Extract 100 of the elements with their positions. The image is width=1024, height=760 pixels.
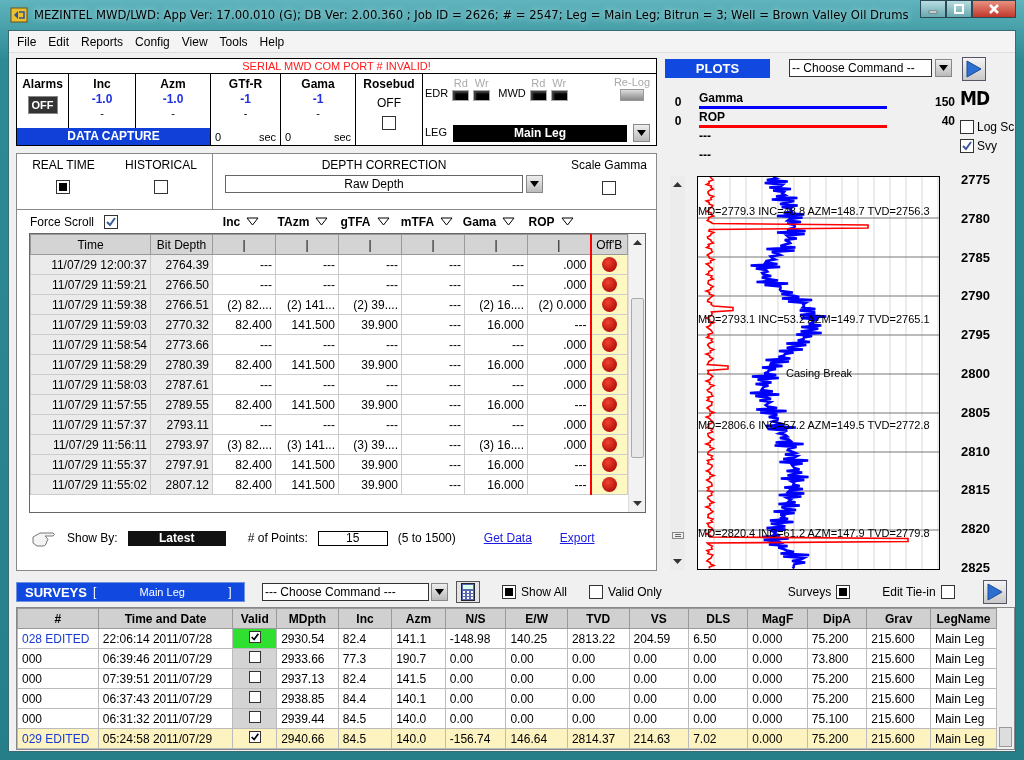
column-header[interactable]: E/W	[505, 608, 568, 629]
survey-row[interactable]: 000 07:39:51 2011/07/29 2937.13 82.4 141.5 0.00 0.00 0.00 0.00 0.00 0.000 75.200 215.600 Main Leg	[17, 668, 997, 689]
depth-label: 2820	[961, 522, 991, 537]
link[interactable]: Get Data	[483, 531, 532, 545]
table-cell: ---	[464, 274, 528, 295]
calculator-button[interactable]	[456, 581, 480, 603]
option-checkbox[interactable]	[589, 585, 604, 599]
dropdown-button[interactable]	[935, 59, 952, 77]
table-cell: 0.00	[688, 668, 748, 689]
table-cell: 11/07/29 12:00:37	[30, 254, 151, 275]
table-cell: 0.000	[747, 628, 808, 649]
column-header[interactable]: Time	[30, 234, 151, 255]
column-header[interactable]: DLS	[688, 608, 748, 629]
valid-checkbox[interactable]	[248, 731, 261, 743]
column-header[interactable]: |	[401, 234, 465, 255]
rosebud-checkbox[interactable]	[382, 116, 396, 130]
close-button[interactable]	[972, 0, 1016, 18]
relog-button[interactable]	[619, 89, 644, 101]
show-by-select[interactable]: Latest	[127, 530, 226, 546]
menu-item[interactable]: Edit	[42, 34, 76, 49]
leg-select[interactable]: Main Leg	[453, 124, 627, 142]
valid-checkbox[interactable]	[248, 711, 261, 723]
column-header[interactable]: VS	[629, 608, 689, 629]
points-field[interactable]: 15	[317, 530, 388, 546]
menu-item[interactable]: Reports	[75, 34, 130, 49]
play-button[interactable]	[962, 57, 986, 81]
column-header[interactable]: MDpth	[276, 608, 339, 629]
table-cell: 73.800	[807, 648, 867, 669]
column-header[interactable]: TVD	[567, 608, 630, 629]
command-select[interactable]: --- Choose Command ---	[262, 583, 429, 601]
readout-label: GTf-R	[228, 77, 263, 91]
valid-checkbox[interactable]	[248, 651, 261, 663]
column-header[interactable]: MagF	[747, 608, 808, 629]
scroll-bar[interactable]	[997, 608, 1014, 749]
mode-checkbox[interactable]	[153, 180, 168, 194]
column-header[interactable]: N/S	[445, 608, 506, 629]
option-checkbox[interactable]	[940, 585, 955, 599]
dropdown-button[interactable]	[526, 175, 543, 193]
column-header[interactable]: Azm	[391, 608, 446, 629]
column-header[interactable]: |	[212, 234, 276, 255]
curve-name: Gamma	[699, 91, 745, 105]
relog-label: Re-Log	[613, 76, 650, 88]
check-icon	[249, 631, 260, 643]
scale-gamma-checkbox[interactable]	[602, 181, 616, 195]
maximize-button[interactable]	[946, 0, 972, 18]
column-header[interactable]: Off'B	[590, 234, 628, 255]
column-header[interactable]: #	[17, 608, 99, 629]
menu-item[interactable]: Help	[253, 34, 291, 49]
scroll-bar[interactable]	[670, 176, 685, 570]
depth-correction-select[interactable]: Raw Depth	[225, 175, 523, 193]
option-checkbox[interactable]	[836, 585, 851, 599]
column-header[interactable]: DipA	[807, 608, 867, 629]
play-button[interactable]	[983, 580, 1007, 604]
table-cell: 0.00	[445, 668, 506, 689]
column-header[interactable]: Valid	[232, 608, 277, 629]
column-selector[interactable]: ROP	[520, 214, 582, 229]
menu-item[interactable]: View	[175, 34, 214, 49]
data-capture-title: DATA CAPTURE	[17, 128, 211, 145]
valid-checkbox[interactable]	[248, 631, 261, 643]
column-selector[interactable]: mTFA	[396, 214, 458, 229]
menu-item[interactable]: File	[11, 34, 43, 49]
column-header[interactable]: Grav	[866, 608, 931, 629]
scroll-bar[interactable]	[628, 234, 645, 512]
column-selector[interactable]: Gama	[458, 214, 520, 229]
table-cell: 75.200	[807, 668, 867, 689]
caret-icon	[637, 130, 646, 136]
column-selector[interactable]: gTFA	[334, 214, 396, 229]
survey-checkbox[interactable]	[960, 139, 974, 153]
log-scale-checkbox[interactable]	[960, 120, 974, 134]
valid-checkbox[interactable]	[248, 671, 261, 683]
option-checkbox[interactable]	[502, 585, 516, 599]
survey-row[interactable]: 000 06:31:32 2011/07/29 2939.44 84.5 140.0 0.00 0.00 0.00 0.00 0.00 0.000 75.100 215.600 Main Leg	[17, 708, 997, 729]
valid-checkbox[interactable]	[248, 691, 261, 703]
column-selector[interactable]: TAzm	[272, 214, 334, 229]
column-header[interactable]: |	[464, 234, 528, 255]
menu-item[interactable]: Tools	[213, 34, 254, 49]
survey-row[interactable]: 000 06:39:46 2011/07/29 2933.66 77.3 190.7 0.00 0.00 0.00 0.00 0.00 0.000 73.800 215.600 Main Leg	[17, 648, 997, 669]
column-header[interactable]: |	[527, 234, 591, 255]
column-selector[interactable]: Inc	[210, 214, 272, 229]
force-scroll-checkbox[interactable]	[104, 214, 118, 229]
survey-row[interactable]: 000 06:37:43 2011/07/29 2938.85 84.4 140.1 0.00 0.00 0.00 0.00 0.00 0.000 75.200 215.600 Main Leg	[17, 688, 997, 709]
play-icon	[966, 60, 982, 78]
link[interactable]: Export	[559, 531, 595, 545]
alarms-toggle[interactable]: OFF	[27, 96, 58, 114]
table-cell: ---	[338, 414, 402, 435]
menu-item[interactable]: Config	[129, 34, 176, 49]
survey-row[interactable]: 029 EDITED 05:24:58 2011/07/29 2940.66 84.5 140.0 -156.74 146.64 2814.37 214.63 7.02 0.000 75.200 215.600 Main Leg	[17, 728, 997, 749]
column-header[interactable]: Bit Depth	[150, 234, 213, 255]
mode-checkbox[interactable]	[56, 180, 71, 194]
column-header[interactable]: |	[275, 234, 339, 255]
dropdown-button[interactable]	[431, 583, 448, 601]
column-header[interactable]: |	[338, 234, 402, 255]
column-header[interactable]: Inc	[338, 608, 392, 629]
column-header[interactable]: Time and Date	[98, 608, 233, 629]
dropdown-button[interactable]	[633, 124, 650, 142]
table-cell: 11/07/29 11:59:38	[30, 294, 151, 315]
survey-row[interactable]: 028 EDITED 22:06:14 2011/07/28 2930.54 82.4 141.1 -148.98 140.25 2813.22 204.59 6.50 0.000 75.200 215.600 Main Leg	[17, 628, 997, 649]
column-header[interactable]: LegName	[930, 608, 997, 629]
minimize-button[interactable]	[920, 0, 946, 18]
command-select[interactable]: -- Choose Command --	[789, 59, 932, 77]
